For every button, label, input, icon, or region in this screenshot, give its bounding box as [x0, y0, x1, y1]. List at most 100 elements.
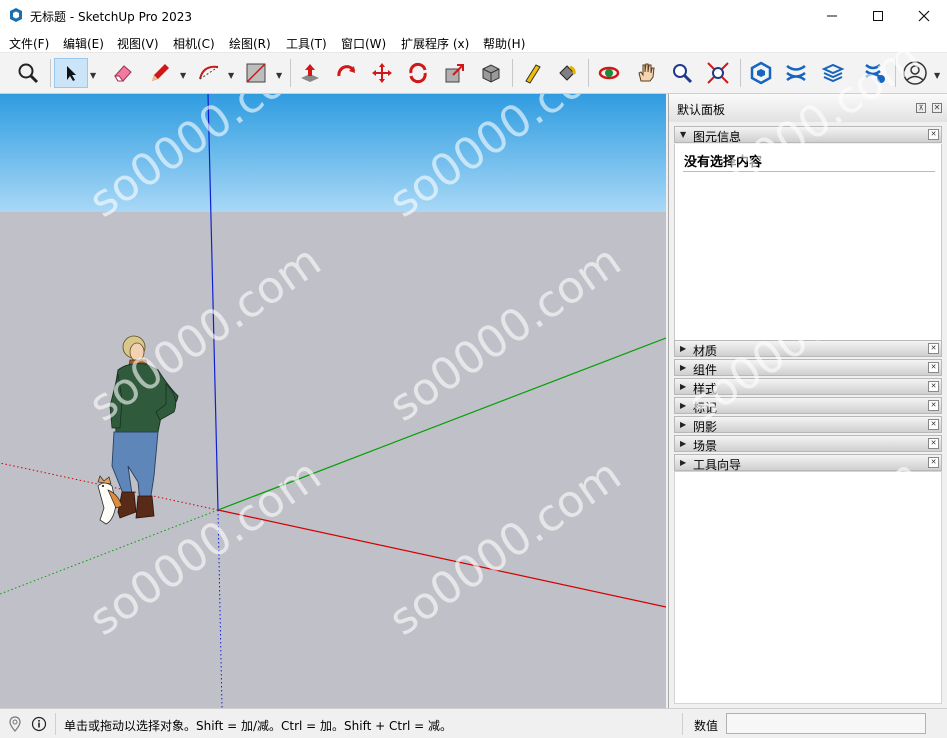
- green-axis-negative-line: [0, 509, 219, 595]
- select-dropdown-icon[interactable]: ▼: [90, 71, 98, 80]
- geo-location-icon[interactable]: [7, 716, 23, 732]
- user-account-icon: [903, 61, 927, 85]
- layout-send-button[interactable]: [818, 58, 848, 88]
- red-axis-line: [217, 509, 666, 608]
- zoom-button[interactable]: [667, 58, 697, 88]
- extension-manager-icon: [865, 64, 885, 83]
- paint-bucket-icon: [559, 65, 576, 81]
- menu-tools[interactable]: 工具(T): [286, 35, 327, 52]
- rotate-button[interactable]: [331, 58, 361, 88]
- scale-figure-person-icon: [109, 335, 179, 519]
- close-icon[interactable]: ✕: [928, 362, 939, 373]
- collapsed-arrow-icon: ▶: [680, 420, 687, 429]
- measurements-input[interactable]: [726, 713, 926, 734]
- close-icon[interactable]: ✕: [928, 419, 939, 430]
- menu-window[interactable]: 窗口(W): [341, 35, 386, 52]
- close-icon[interactable]: ✕: [928, 381, 939, 392]
- pin-icon[interactable]: ⊼: [916, 103, 926, 113]
- tape-measure-icon: [525, 64, 541, 84]
- tray-section-instructor[interactable]: ▶ 工具向导 ✕: [674, 454, 942, 472]
- arc-icon: [199, 65, 219, 80]
- tape-measure-button[interactable]: [517, 58, 547, 88]
- tray-section-entity-info[interactable]: ▼ 图元信息 ✕: [674, 126, 942, 144]
- menu-file[interactable]: 文件(F): [9, 35, 49, 52]
- search-button[interactable]: [13, 58, 43, 88]
- extension-warehouse-icon: [786, 64, 806, 82]
- layout-send-icon: [821, 63, 845, 83]
- arc-dropdown-icon[interactable]: ▼: [228, 71, 236, 80]
- zoom-extents-button[interactable]: [703, 58, 733, 88]
- zoom-extents-icon: [707, 62, 729, 84]
- tray-section-label: 材质: [693, 344, 718, 358]
- info-icon[interactable]: [31, 716, 47, 732]
- minimize-button[interactable]: [809, 0, 855, 31]
- menu-bar: 文件(F) 编辑(E) 视图(V) 相机(C) 绘图(R) 工具(T) 窗口(W…: [0, 31, 947, 53]
- close-icon[interactable]: ✕: [928, 438, 939, 449]
- menu-extensions[interactable]: 扩展程序 (x): [401, 35, 469, 52]
- collapsed-arrow-icon: ▶: [680, 458, 687, 467]
- maximize-icon: [873, 10, 883, 21]
- extension-manager-button[interactable]: [860, 58, 890, 88]
- tray-section-materials[interactable]: ▶ 材质 ✕: [674, 340, 942, 358]
- select-button[interactable]: [54, 58, 88, 88]
- close-icon[interactable]: ✕: [928, 457, 939, 468]
- line-dropdown-icon[interactable]: ▼: [180, 71, 188, 80]
- tray-section-components[interactable]: ▶ 组件 ✕: [674, 359, 942, 377]
- paint-bucket-button[interactable]: [552, 58, 582, 88]
- maximize-button[interactable]: [855, 0, 901, 31]
- pencil-line-button[interactable]: [145, 58, 175, 88]
- rectangle-dropdown-icon[interactable]: ▼: [276, 71, 284, 80]
- drawing-viewport[interactable]: so0000.com so0000.com so0000.com so0000.…: [0, 94, 666, 708]
- tray-section-scenes[interactable]: ▶ 场景 ✕: [674, 435, 942, 453]
- entity-info-body: 没有选择内容: [674, 144, 942, 340]
- tray-section-label: 组件: [693, 363, 718, 377]
- blue-axis-negative-line: [217, 509, 223, 708]
- main-toolbar: ▼ ▼ ▼ ▼ ▼: [0, 53, 947, 94]
- eraser-button[interactable]: [108, 58, 138, 88]
- orbit-icon: [598, 66, 620, 80]
- collapsed-arrow-icon: ▶: [680, 382, 687, 391]
- account-dropdown-icon[interactable]: ▼: [934, 71, 942, 80]
- tray-section-tags[interactable]: ▶ 标记 ✕: [674, 397, 942, 415]
- user-account-button[interactable]: [900, 58, 930, 88]
- close-icon[interactable]: ✕: [928, 129, 939, 140]
- blue-axis-line: [207, 94, 219, 511]
- menu-view[interactable]: 视图(V): [117, 35, 159, 52]
- search-icon: [18, 63, 39, 84]
- rectangle-button[interactable]: [241, 58, 271, 88]
- menu-draw[interactable]: 绘图(R): [229, 35, 271, 52]
- close-icon[interactable]: ✕: [928, 343, 939, 354]
- follow-me-button[interactable]: [403, 58, 433, 88]
- menu-edit[interactable]: 编辑(E): [63, 35, 104, 52]
- close-button[interactable]: [901, 0, 947, 31]
- scale-button[interactable]: [440, 58, 470, 88]
- follow-me-icon: [409, 62, 427, 84]
- tray-title: 默认面板: [677, 103, 726, 117]
- green-axis-line: [217, 337, 666, 511]
- pencil-line-icon: [152, 64, 169, 81]
- status-message: 单击或拖动以选择对象。Shift = 加/减。Ctrl = 加。Shift + …: [64, 719, 453, 733]
- close-icon: [918, 10, 930, 21]
- menu-help[interactable]: 帮助(H): [483, 35, 525, 52]
- tray-section-shadows[interactable]: ▶ 阴影 ✕: [674, 416, 942, 434]
- push-pull-button[interactable]: [295, 58, 325, 88]
- pan-hand-button[interactable]: [631, 58, 661, 88]
- expanded-arrow-icon: ▼: [680, 130, 687, 139]
- 3d-warehouse-button[interactable]: [746, 58, 776, 88]
- tray-empty-area: [674, 471, 942, 704]
- close-icon[interactable]: ✕: [928, 400, 939, 411]
- scene-canvas[interactable]: [0, 94, 666, 708]
- extension-warehouse-button[interactable]: [781, 58, 811, 88]
- move-button[interactable]: [367, 58, 397, 88]
- tray-section-styles[interactable]: ▶ 样式 ✕: [674, 378, 942, 396]
- tray-header: 默认面板 ⊼ ✕: [669, 94, 947, 122]
- select-arrow-icon: [67, 66, 76, 81]
- eraser-icon: [114, 65, 132, 82]
- arc-button[interactable]: [194, 58, 224, 88]
- orbit-button[interactable]: [594, 58, 624, 88]
- close-icon[interactable]: ✕: [932, 103, 942, 113]
- offset-button[interactable]: [476, 58, 506, 88]
- collapsed-arrow-icon: ▶: [680, 401, 687, 410]
- menu-camera[interactable]: 相机(C): [173, 35, 215, 52]
- collapsed-arrow-icon: ▶: [680, 344, 687, 353]
